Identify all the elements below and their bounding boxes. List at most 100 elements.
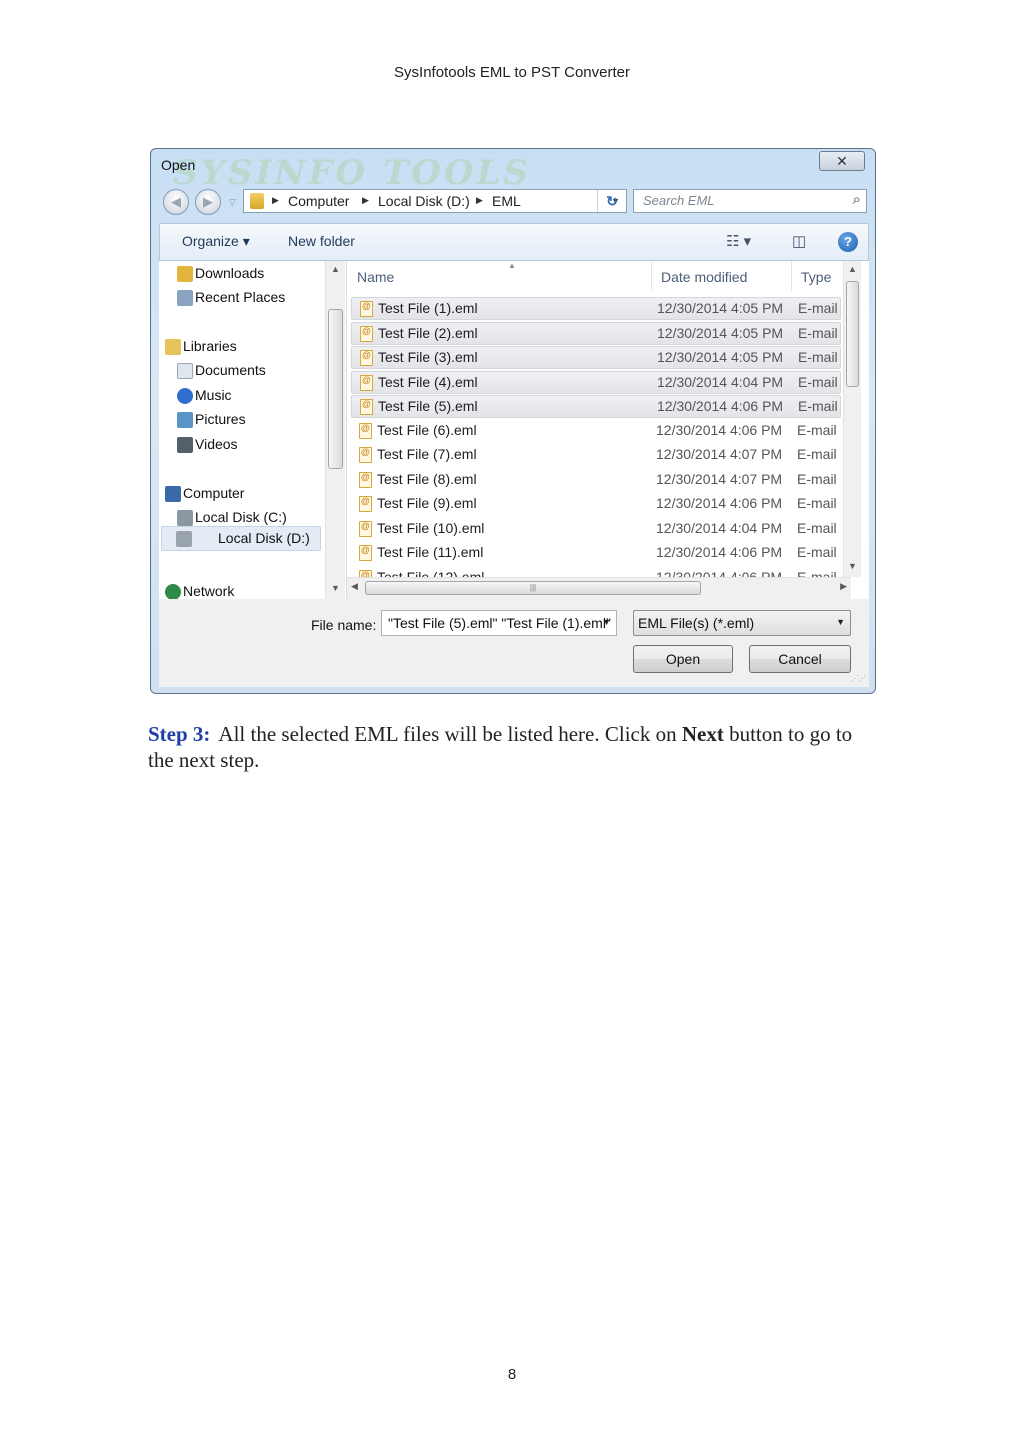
- local-disk-d-icon: [176, 531, 192, 547]
- nav-item-label: Network: [183, 583, 235, 599]
- breadcrumb-arrow-icon[interactable]: ▶: [272, 195, 279, 206]
- network-icon: [165, 584, 181, 599]
- breadcrumb-eml[interactable]: EML: [492, 193, 521, 209]
- scroll-left-arrow-icon[interactable]: ◀: [351, 581, 358, 592]
- scroll-down-arrow-icon[interactable]: ▼: [326, 583, 345, 593]
- documents-icon: [177, 363, 193, 379]
- horizontal-scrollbar[interactable]: ◀ ||| ▶: [347, 577, 851, 599]
- command-toolbar: Organize ▾ New folder ☷ ▾ ◫ ?: [159, 223, 869, 261]
- scroll-up-arrow-icon[interactable]: ▲: [326, 264, 345, 274]
- nav-item-computer[interactable]: Computer: [165, 485, 245, 502]
- breadcrumb-arrow-icon[interactable]: ▶: [362, 195, 369, 206]
- nav-pane-scrollbar[interactable]: ▲ ▼: [325, 261, 345, 599]
- nav-item-local-disk-d[interactable]: Local Disk (D:): [161, 526, 321, 551]
- column-header-type[interactable]: Type: [801, 269, 831, 285]
- file-date-cell: 12/30/2014 4:05 PM: [657, 349, 784, 365]
- file-row[interactable]: Test File (10).eml 12/30/2014 4:04 PM E-ma…: [351, 518, 841, 541]
- nav-item-label: Local Disk (C:): [195, 509, 287, 525]
- search-icon[interactable]: ⌕: [853, 191, 861, 208]
- nav-item-label: Local Disk (D:): [218, 530, 310, 546]
- file-row[interactable]: Test File (4).eml 12/30/2014 4:04 PM E-mai…: [351, 370, 841, 394]
- organize-menu[interactable]: Organize ▾: [182, 233, 250, 250]
- nav-item-recent-places[interactable]: Recent Places: [177, 289, 285, 306]
- breadcrumb-arrow-icon[interactable]: ▶: [476, 195, 483, 206]
- file-row[interactable]: Test File (11).eml 12/30/2014 4:06 PM E-ma…: [351, 542, 841, 565]
- file-row[interactable]: Test File (3).eml 12/30/2014 4:05 PM E-mai…: [351, 346, 841, 369]
- new-folder-button[interactable]: New folder: [288, 233, 355, 249]
- column-divider[interactable]: [651, 261, 652, 291]
- file-date-cell: 12/30/2014 4:05 PM: [657, 300, 784, 316]
- preview-pane-icon[interactable]: ◫: [792, 232, 806, 250]
- forward-button[interactable]: ▶: [195, 189, 221, 215]
- open-button[interactable]: Open: [633, 645, 733, 673]
- cancel-button[interactable]: Cancel: [749, 645, 851, 673]
- breadcrumb-local-disk-d[interactable]: Local Disk (D:): [378, 193, 470, 209]
- nav-item-videos[interactable]: Videos: [177, 436, 238, 453]
- file-type-cell: E-mail: [797, 421, 837, 438]
- file-date-cell: 12/30/2014 4:07 PM: [656, 470, 783, 487]
- close-button[interactable]: ✕: [819, 151, 865, 171]
- column-header-date-modified[interactable]: Date modified: [661, 269, 747, 285]
- file-name-input[interactable]: "Test File (5).eml" "Test File (1).eml" …: [381, 610, 617, 636]
- scroll-right-arrow-icon[interactable]: ▶: [840, 581, 847, 592]
- step-label: Step 3:: [148, 722, 211, 746]
- file-row[interactable]: Test File (2).eml 12/30/2014 4:05 PM E-mai…: [351, 321, 841, 345]
- file-row[interactable]: Test File (8).eml 12/30/2014 4:07 PM E-mai…: [351, 469, 841, 492]
- search-input[interactable]: Search EML ⌕: [633, 189, 867, 213]
- nav-item-label: Music: [195, 387, 232, 403]
- chevron-down-icon: ▼: [836, 617, 845, 627]
- forward-arrow-icon: ▶: [203, 194, 213, 209]
- file-date-cell: 12/30/2014 4:06 PM: [656, 421, 783, 438]
- file-name-cell: Test File (11).eml: [377, 544, 484, 560]
- file-name-cell: Test File (4).eml: [378, 373, 478, 390]
- file-scrollbar-thumb[interactable]: [846, 281, 859, 387]
- navigation-pane: Downloads Recent Places Libraries Docume…: [159, 261, 347, 599]
- scroll-down-arrow-icon[interactable]: ▼: [844, 561, 861, 571]
- nav-item-music[interactable]: Music: [177, 387, 232, 404]
- file-type-cell: E-mail: [798, 300, 838, 316]
- nav-item-downloads[interactable]: Downloads: [177, 265, 264, 282]
- file-row[interactable]: Test File (7).eml 12/30/2014 4:07 PM E-mai…: [351, 444, 841, 467]
- resize-grip-icon[interactable]: ⋰⋰: [851, 674, 866, 683]
- nav-item-label: Libraries: [183, 338, 237, 354]
- file-name-cell: Test File (8).eml: [377, 470, 477, 487]
- nav-scrollbar-thumb[interactable]: [328, 309, 343, 469]
- nav-item-label: Computer: [183, 485, 245, 501]
- nav-item-network[interactable]: Network: [165, 583, 235, 599]
- file-name-cell: Test File (9).eml: [377, 495, 477, 511]
- help-icon[interactable]: ?: [838, 232, 858, 252]
- music-icon: [177, 388, 193, 404]
- nav-item-local-disk-c[interactable]: Local Disk (C:): [177, 509, 287, 526]
- file-name-cell: Test File (5).eml: [378, 398, 478, 414]
- file-type-select[interactable]: EML File(s) (*.eml) ▼: [633, 610, 851, 636]
- horizontal-scrollbar-thumb[interactable]: |||: [365, 581, 701, 595]
- file-name-cell: Test File (10).eml: [377, 519, 485, 536]
- eml-file-icon: [360, 350, 373, 366]
- file-row[interactable]: Test File (1).eml 12/30/2014 4:05 PM E-mai…: [351, 297, 841, 320]
- eml-file-icon: [359, 496, 372, 512]
- nav-item-documents[interactable]: Documents: [177, 362, 266, 379]
- column-divider[interactable]: [791, 261, 792, 291]
- refresh-button[interactable]: ↻: [597, 190, 626, 212]
- file-name-cell: Test File (7).eml: [377, 446, 477, 462]
- scroll-up-arrow-icon[interactable]: ▲: [844, 264, 861, 274]
- address-bar[interactable]: ▶ Computer ▶ Local Disk (D:) ▶ EML ▼: [243, 189, 627, 213]
- nav-item-libraries[interactable]: Libraries: [165, 338, 237, 355]
- file-row[interactable]: Test File (6).eml 12/30/2014 4:06 PM E-mai…: [351, 420, 841, 443]
- column-header-name[interactable]: Name: [357, 269, 394, 285]
- page-header: SysInfotools EML to PST Converter: [394, 64, 630, 81]
- file-name-dropdown-icon[interactable]: ▼: [602, 617, 611, 627]
- back-button[interactable]: ◀: [163, 189, 189, 215]
- file-date-cell: 12/30/2014 4:06 PM: [656, 495, 783, 511]
- nav-item-pictures[interactable]: Pictures: [177, 411, 246, 428]
- eml-file-icon: [359, 447, 372, 463]
- file-row[interactable]: Test File (9).eml 12/30/2014 4:06 PM E-mai…: [351, 493, 841, 516]
- step-text-start: All the selected EML files will be liste…: [218, 722, 682, 746]
- breadcrumb-computer[interactable]: Computer: [288, 193, 349, 209]
- file-list-scrollbar[interactable]: ▲ ▼: [843, 261, 861, 577]
- change-view-icon[interactable]: ☷ ▾: [726, 232, 751, 250]
- open-file-dialog: SYSINFO TOOLS Open ✕ ◀ ▶ ▽ ▶ Computer ▶ …: [150, 148, 876, 694]
- file-row[interactable]: Test File (5).eml 12/30/2014 4:06 PM E-mai…: [351, 395, 841, 418]
- recent-locations-dropdown[interactable]: ▽: [229, 197, 236, 208]
- file-type-cell: E-mail: [797, 495, 837, 511]
